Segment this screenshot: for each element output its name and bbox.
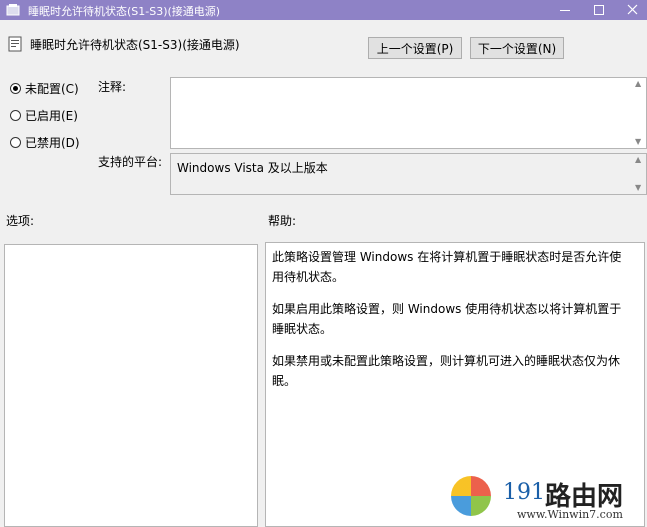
maximize-icon[interactable] (588, 0, 610, 20)
watermark: 191 路由网 www.Winwin7.com (447, 470, 647, 527)
radio-not-configured[interactable]: 未配置(C) (10, 80, 79, 96)
radio-enabled[interactable]: 已启用(E) (10, 107, 78, 123)
scroll-down-icon[interactable]: ▼ (635, 184, 644, 192)
minimize-icon[interactable] (554, 0, 576, 20)
watermark-number: 191 (503, 480, 545, 505)
window-title: 睡眠时允许待机状态(S1-S3)(接通电源) (28, 5, 221, 18)
platform-label: 支持的平台: (98, 155, 163, 169)
previous-setting-button[interactable]: 上一个设置(P) (368, 37, 462, 59)
radio-button[interactable] (10, 109, 21, 121)
next-setting-button[interactable]: 下一个设置(N) (470, 37, 564, 59)
radio-disabled[interactable]: 已禁用(D) (10, 134, 80, 150)
help-paragraph: 如果启用此策略设置，则 Windows 使用待机状态以将计算机置于睡眠状态。 (272, 302, 622, 336)
scroll-up-icon[interactable]: ▲ (635, 80, 644, 88)
radio-label: 已禁用(D) (25, 135, 80, 150)
help-paragraph: 如果禁用或未配置此策略设置，则计算机可进入的睡眠状态仅为休眠。 (272, 354, 621, 388)
platform-value: Windows Vista 及以上版本 (177, 161, 328, 175)
comment-textarea[interactable]: ▲ ▼ (170, 77, 647, 149)
watermark-url: www.Winwin7.com (517, 508, 623, 521)
comment-label: 注释: (98, 80, 127, 94)
scroll-down-icon[interactable]: ▼ (635, 138, 644, 146)
scroll-up-icon[interactable]: ▲ (635, 156, 644, 164)
help-label: 帮助: (268, 214, 297, 228)
radio-button[interactable] (10, 82, 21, 94)
options-panel[interactable] (4, 244, 258, 527)
radio-label: 未配置(C) (25, 81, 79, 96)
platform-field: Windows Vista 及以上版本 ▲ ▼ (170, 153, 647, 195)
policy-app-icon (6, 3, 20, 17)
options-label: 选项: (6, 214, 35, 228)
windows-logo-icon (451, 476, 491, 516)
policy-setting-icon (8, 36, 22, 52)
close-icon[interactable] (622, 0, 644, 20)
help-paragraph: 此策略设置管理 Windows 在将计算机置于睡眠状态时是否允许使用待机状态。 (272, 250, 622, 284)
title-bar: 睡眠时允许待机状态(S1-S3)(接通电源) (0, 0, 647, 20)
radio-button[interactable] (10, 136, 21, 148)
radio-label: 已启用(E) (25, 108, 78, 123)
policy-title: 睡眠时允许待机状态(S1-S3)(接通电源) (30, 38, 240, 52)
